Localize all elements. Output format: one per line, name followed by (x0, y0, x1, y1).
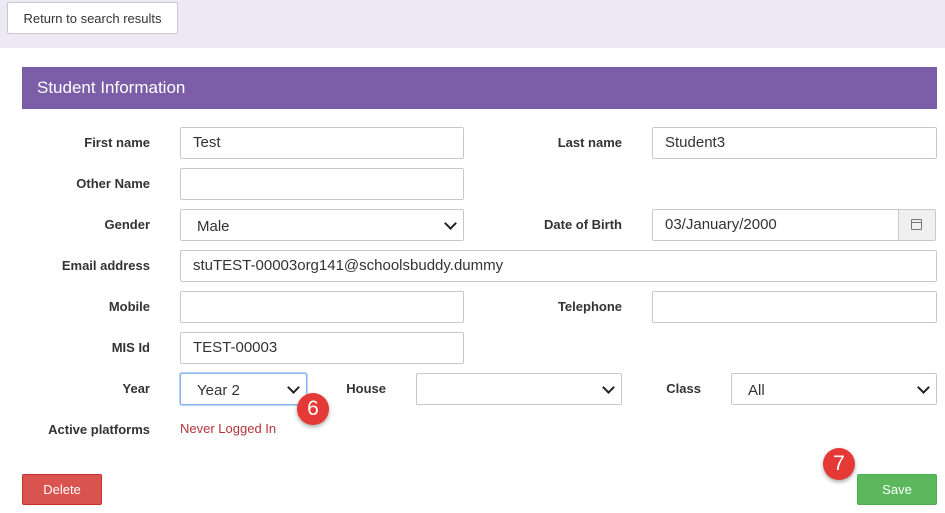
other-name-label: Other Name (76, 176, 150, 191)
year-select[interactable]: Year 2 (180, 373, 307, 405)
class-label: Class (666, 381, 701, 396)
mis-id-label: MIS Id (111, 340, 150, 355)
calendar-icon (911, 219, 922, 230)
telephone-input[interactable] (652, 291, 937, 323)
step-6-badge: 6 (297, 393, 329, 425)
top-toolbar: Return to search results (0, 0, 945, 48)
mobile-input[interactable] (180, 291, 464, 323)
gender-select[interactable]: Male (180, 209, 464, 241)
panel-title: Student Information (22, 67, 937, 109)
return-to-search-button[interactable]: Return to search results (7, 2, 178, 34)
gender-value: Male (197, 218, 230, 235)
year-label: Year (122, 381, 150, 396)
email-label: Email address (61, 258, 150, 273)
telephone-label: Telephone (557, 299, 622, 314)
first-name-input[interactable]: Test (180, 127, 464, 159)
dob-label: Date of Birth (544, 217, 622, 232)
class-select[interactable]: All (731, 373, 937, 405)
active-platforms-label: Active platforms (48, 422, 150, 437)
other-name-input[interactable] (180, 168, 464, 200)
last-name-input[interactable]: Student3 (652, 127, 937, 159)
last-name-label: Last name (557, 135, 622, 150)
step-7-badge: 7 (823, 448, 855, 480)
first-name-label: First name (84, 135, 150, 150)
year-value: Year 2 (197, 382, 240, 399)
mobile-label: Mobile (108, 299, 150, 314)
date-picker-button[interactable] (898, 209, 936, 241)
email-field[interactable]: stuTEST-00003org141@schoolsbuddy.dummy (180, 250, 937, 282)
delete-button[interactable]: Delete (22, 474, 102, 505)
save-button[interactable]: Save (857, 474, 937, 505)
house-select[interactable] (416, 373, 622, 405)
chevron-down-icon (917, 381, 930, 394)
gender-label: Gender (104, 217, 150, 232)
chevron-down-icon (287, 381, 300, 394)
chevron-down-icon (602, 381, 615, 394)
dob-input[interactable]: 03/January/2000 (652, 209, 899, 241)
chevron-down-icon (444, 217, 457, 230)
house-label: House (346, 381, 386, 396)
class-value: All (748, 382, 765, 399)
mis-id-input[interactable]: TEST-00003 (180, 332, 464, 364)
active-platforms-status: Never Logged In (180, 421, 277, 436)
